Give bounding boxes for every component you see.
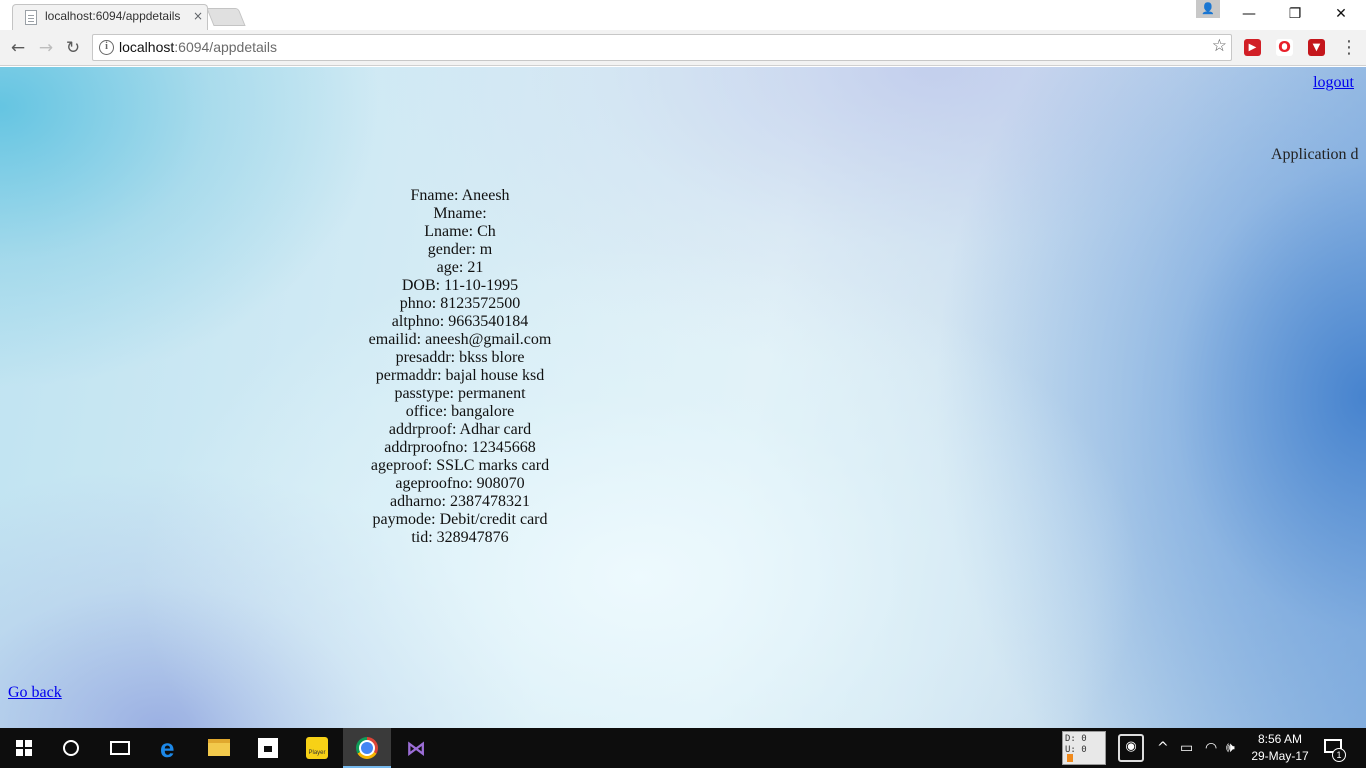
detail-dob: DOB: 11-10-1995 xyxy=(401,277,519,294)
windows-start-icon[interactable] xyxy=(16,740,32,756)
url-host: localhost xyxy=(119,39,175,55)
visual-studio-icon[interactable]: ⋈ xyxy=(404,737,428,759)
close-window-button[interactable]: ✕ xyxy=(1318,0,1364,28)
tab-title: localhost:6094/appdetails xyxy=(45,9,181,23)
detail-office: office: bangalore xyxy=(405,403,515,420)
clock-time: 8:56 AM xyxy=(1257,732,1303,746)
bookmark-star-icon[interactable]: ☆ xyxy=(1212,36,1227,56)
task-view-icon[interactable] xyxy=(110,741,130,755)
notification-count-badge: 1 xyxy=(1332,748,1346,762)
record-extension-icon[interactable]: ▶ xyxy=(1244,39,1261,56)
browser-menu-icon[interactable]: ⋮ xyxy=(1340,36,1358,60)
volume-icon[interactable]: 🕪 xyxy=(1226,737,1235,759)
site-info-icon[interactable]: i xyxy=(99,40,114,55)
application-heading: Application d xyxy=(1271,146,1359,163)
shield-extension-icon[interactable]: ▼ xyxy=(1308,39,1325,56)
reload-button[interactable]: ↻ xyxy=(61,36,85,60)
application-details: Fname: Aneesh Mname: Lname: Ch gender: m… xyxy=(300,187,620,547)
page-viewport: logout Application d Fname: Aneesh Mname… xyxy=(0,67,1366,728)
browser-toolbar: ← → ↻ i localhost:6094/appdetails ☆ ▶ O … xyxy=(0,30,1366,66)
file-explorer-icon[interactable] xyxy=(208,739,230,756)
tab-close-icon[interactable]: × xyxy=(193,9,203,23)
browser-tab[interactable]: localhost:6094/appdetails × xyxy=(12,4,208,30)
detail-passtype: passtype: permanent xyxy=(394,385,526,402)
detail-presaddr: presaddr: bkss blore xyxy=(395,349,525,366)
du-meter-bar xyxy=(1067,754,1073,762)
go-back-link[interactable]: Go back xyxy=(8,684,62,702)
logout-link[interactable]: logout xyxy=(1313,74,1354,92)
address-bar[interactable]: i localhost:6094/appdetails ☆ xyxy=(92,34,1232,61)
detail-phno: phno: 8123572500 xyxy=(399,295,521,312)
wifi-icon[interactable]: ◠ xyxy=(1205,737,1217,759)
battery-icon[interactable]: ▭ xyxy=(1180,737,1193,759)
maximize-button[interactable]: ❐ xyxy=(1272,0,1318,28)
detail-addrproofno: addrproofno: 12345668 xyxy=(384,439,536,456)
recorder-tray-icon[interactable]: ◉ xyxy=(1118,734,1144,762)
clock-date: 29-May-17 xyxy=(1251,749,1309,763)
page-favicon-icon xyxy=(25,10,37,25)
detail-permaddr: permaddr: bajal house ksd xyxy=(375,367,545,384)
store-icon[interactable] xyxy=(258,738,278,758)
du-meter-widget[interactable]: D: 0 U: 0 xyxy=(1062,731,1106,765)
detail-ageproof: ageproof: SSLC marks card xyxy=(370,457,550,474)
du-meter-download: D: 0 xyxy=(1065,734,1087,744)
system-clock[interactable]: 8:56 AM 29-May-17 xyxy=(1248,731,1312,765)
minimize-button[interactable]: — xyxy=(1226,0,1272,28)
detail-tid: tid: 328947876 xyxy=(411,529,509,546)
new-tab-button[interactable] xyxy=(206,8,246,26)
detail-gender: gender: m xyxy=(427,241,493,258)
detail-altphno: altphno: 9663540184 xyxy=(391,313,529,330)
back-button[interactable]: ← xyxy=(6,36,30,60)
taskbar: e Player ⋈ D: 0 U: 0 ◉ ^ ▭ ◠ 🕪 8:56 AM 2… xyxy=(0,728,1366,768)
media-player-icon[interactable]: Player xyxy=(306,737,328,759)
detail-emailid: emailid: aneesh@gmail.com xyxy=(368,331,552,348)
url-path: :6094/appdetails xyxy=(174,39,278,55)
detail-lname: Lname: Ch xyxy=(424,223,496,240)
detail-paymode: paymode: Debit/credit card xyxy=(372,511,548,528)
detail-age: age: 21 xyxy=(436,259,484,276)
chrome-taskbar-button[interactable] xyxy=(343,728,391,768)
tab-strip: localhost:6094/appdetails × 👤 — ❐ ✕ xyxy=(0,0,1366,30)
profile-icon[interactable]: 👤 xyxy=(1196,0,1220,18)
forward-button[interactable]: → xyxy=(34,36,58,60)
detail-fname: Fname: Aneesh xyxy=(410,187,510,204)
opera-extension-icon[interactable]: O xyxy=(1276,39,1293,56)
cortana-search-icon[interactable] xyxy=(63,740,79,756)
edge-browser-icon[interactable]: e xyxy=(160,735,174,761)
detail-addrproof: addrproof: Adhar card xyxy=(388,421,532,438)
detail-ageproofno: ageproofno: 908070 xyxy=(395,475,525,492)
chrome-icon xyxy=(356,737,378,759)
detail-mname: Mname: xyxy=(433,205,487,222)
url-text: localhost:6094/appdetails xyxy=(119,39,277,55)
detail-adharno: adharno: 2387478321 xyxy=(390,493,530,510)
show-hidden-icons-chevron-icon[interactable]: ^ xyxy=(1157,737,1169,759)
